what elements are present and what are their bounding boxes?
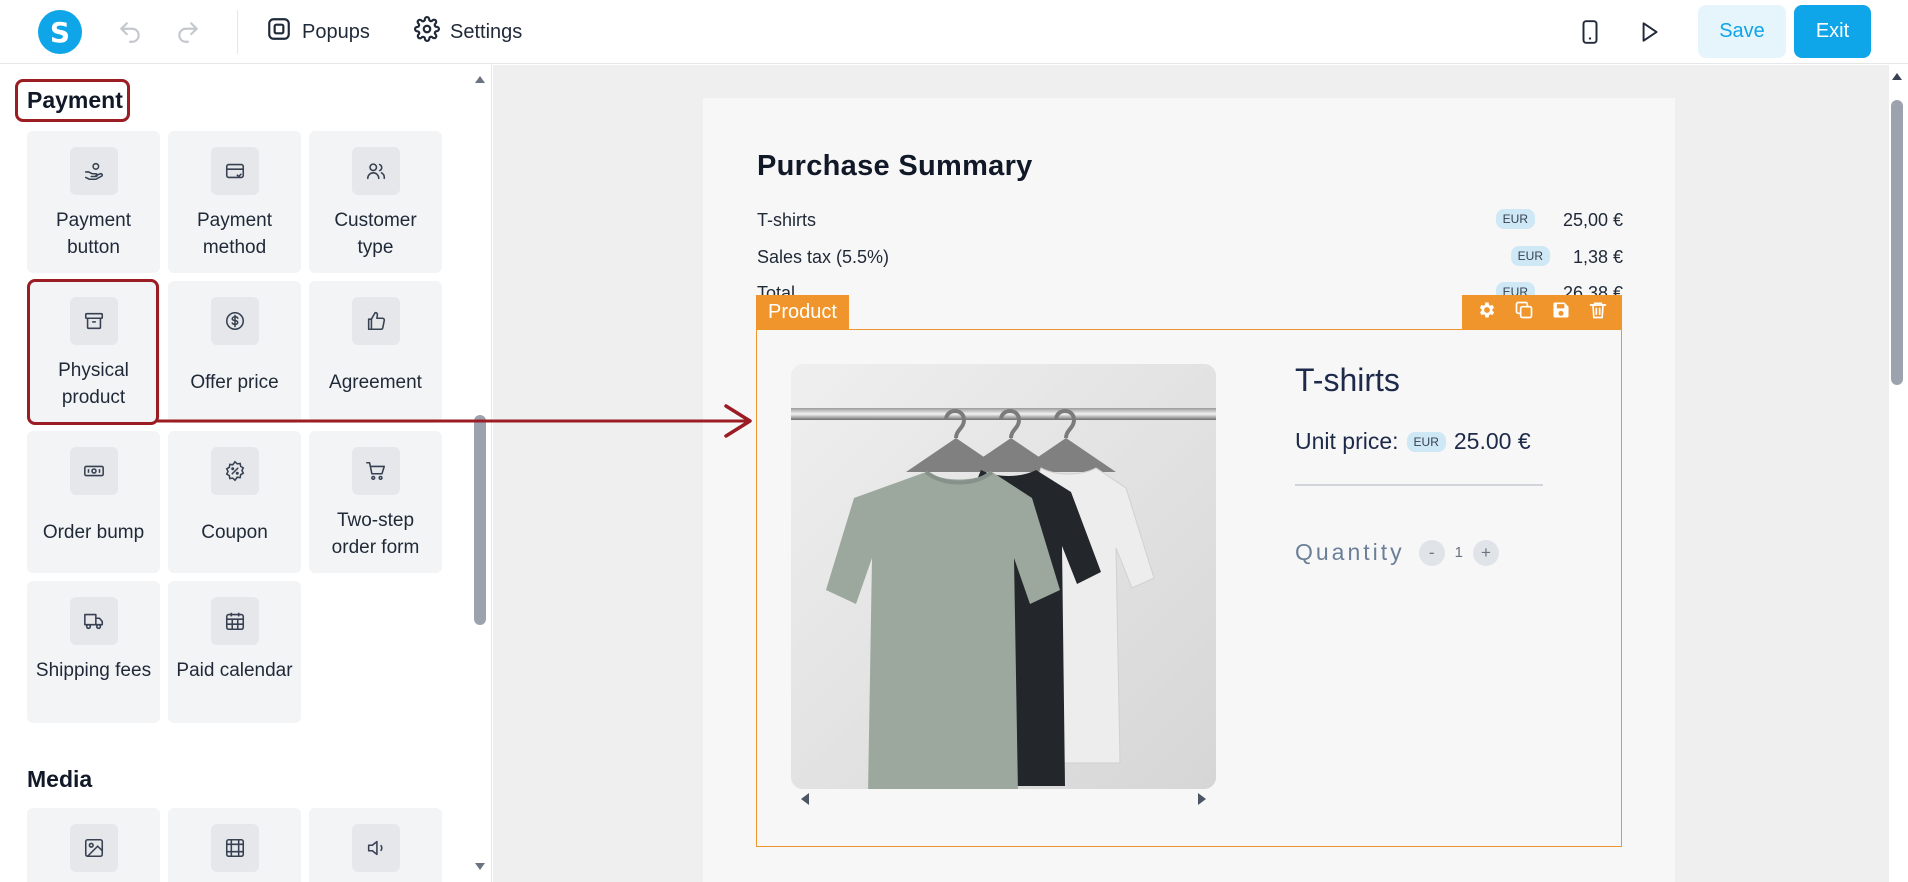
truck-icon — [69, 597, 118, 645]
undo-icon[interactable] — [114, 16, 146, 48]
play-preview-icon[interactable] — [1633, 16, 1665, 48]
toolbar-divider — [237, 10, 238, 54]
tile-video[interactable] — [168, 808, 301, 882]
tile-payment-method[interactable]: Payment method — [168, 131, 301, 273]
payment-section-title: Payment — [27, 87, 123, 113]
banknote-icon — [69, 447, 118, 495]
currency-badge: EUR — [1510, 246, 1550, 266]
summary-row-amount: 26,38 € — [1562, 283, 1623, 295]
video-frame-icon — [210, 824, 259, 872]
currency-badge: EUR — [1406, 431, 1446, 452]
settings-button[interactable]: Settings — [414, 14, 522, 50]
mobile-preview-icon[interactable] — [1574, 16, 1606, 48]
tile-label: Shipping fees — [35, 660, 152, 681]
product-image[interactable] — [791, 364, 1216, 789]
block-delete-icon[interactable] — [1588, 300, 1608, 325]
summary-row-amount: 25,00 € — [1562, 210, 1623, 230]
block-duplicate-icon[interactable] — [1514, 300, 1534, 325]
tile-label: Two-step order form — [331, 510, 420, 558]
save-button[interactable]: Save — [1698, 5, 1786, 58]
app-logo[interactable]: S — [38, 10, 82, 54]
percent-badge-icon — [210, 447, 259, 495]
image-icon — [69, 824, 118, 872]
popups-icon — [266, 16, 292, 48]
summary-row: Total EUR 26,38 € — [757, 281, 1623, 295]
media-section-title: Media — [27, 766, 93, 792]
tile-order-bump[interactable]: Order bump — [27, 431, 160, 573]
product-unit-price: Unit price: EUR 25.00 € — [1295, 428, 1531, 455]
gallery-next-icon[interactable] — [1196, 792, 1208, 811]
tile-shipping-fees[interactable]: Shipping fees — [27, 581, 160, 723]
elements-sidebar: Payment Payment button Payment method Cu… — [0, 65, 492, 882]
popups-label: Popups — [302, 20, 370, 43]
quantity-increase-button[interactable]: + — [1473, 539, 1499, 566]
tile-payment-button[interactable]: Payment button — [27, 131, 160, 273]
popups-button[interactable]: Popups — [266, 14, 370, 50]
calendar-icon — [210, 597, 259, 645]
tile-paid-calendar[interactable]: Paid calendar — [168, 581, 301, 723]
tile-label: Offer price — [190, 372, 279, 393]
hand-coin-icon — [69, 147, 118, 195]
quantity-decrease-button[interactable]: - — [1418, 539, 1445, 566]
sidebar-scrollbar-thumb[interactable] — [474, 415, 486, 625]
tile-label: Paid calendar — [176, 660, 293, 681]
currency-badge: EUR — [1495, 209, 1535, 229]
users-icon — [351, 147, 400, 195]
tile-audio[interactable] — [309, 808, 442, 882]
summary-row-amount: 1,38 € — [1572, 247, 1623, 267]
tile-label: Agreement — [329, 372, 422, 393]
dollar-circle-icon — [210, 297, 259, 345]
gear-icon — [414, 16, 440, 48]
product-block-tag[interactable]: Product — [756, 295, 849, 329]
gallery-prev-icon[interactable] — [799, 792, 811, 811]
redo-icon[interactable] — [172, 16, 204, 48]
quantity-label: Quantity — [1295, 539, 1405, 565]
summary-row: T-shirts EUR 25,00 € — [757, 208, 1623, 234]
tile-label: Coupon — [201, 522, 268, 543]
unit-price-label: Unit price: — [1295, 428, 1399, 454]
thumbs-up-icon — [351, 297, 400, 345]
tile-image[interactable] — [27, 808, 160, 882]
cart-icon — [351, 447, 400, 495]
tile-coupon[interactable]: Coupon — [168, 431, 301, 573]
product-block-toolbar — [1462, 295, 1622, 329]
price-divider — [1295, 484, 1543, 486]
currency-badge: EUR — [1495, 282, 1535, 295]
unit-price-value: 25.00 € — [1453, 428, 1531, 454]
summary-row-name: Total — [757, 283, 796, 295]
physical-product-highlight — [27, 279, 159, 425]
product-title: T-shirts — [1295, 362, 1400, 398]
summary-row-name: T-shirts — [757, 210, 817, 230]
tile-label: Customer type — [334, 210, 417, 258]
settings-label: Settings — [450, 20, 523, 43]
top-bar: S Popups Settings Save Exit — [0, 0, 1908, 64]
summary-row: Sales tax (5.5%) EUR 1,38 € — [757, 245, 1623, 271]
tile-label: Payment method — [197, 210, 272, 258]
purchase-summary-title: Purchase Summary — [757, 150, 1033, 182]
tile-label: Order bump — [42, 522, 145, 543]
tile-agreement[interactable]: Agreement — [309, 281, 442, 423]
speaker-icon — [351, 824, 400, 872]
tile-customer-type[interactable]: Customer type — [309, 131, 442, 273]
block-save-icon[interactable] — [1551, 300, 1571, 325]
quantity-stepper: Quantity - 1 + — [1295, 539, 1499, 566]
credit-card-icon — [210, 147, 259, 195]
tile-two-step-order-form[interactable]: Two-step order form — [309, 431, 442, 573]
exit-button[interactable]: Exit — [1794, 5, 1871, 58]
quantity-value: 1 — [1454, 544, 1463, 561]
tile-label: Payment button — [56, 210, 131, 258]
block-settings-icon[interactable] — [1477, 300, 1497, 325]
tile-offer-price[interactable]: Offer price — [168, 281, 301, 423]
summary-row-name: Sales tax (5.5%) — [757, 247, 890, 267]
canvas-scrollbar-thumb[interactable] — [1891, 100, 1903, 385]
